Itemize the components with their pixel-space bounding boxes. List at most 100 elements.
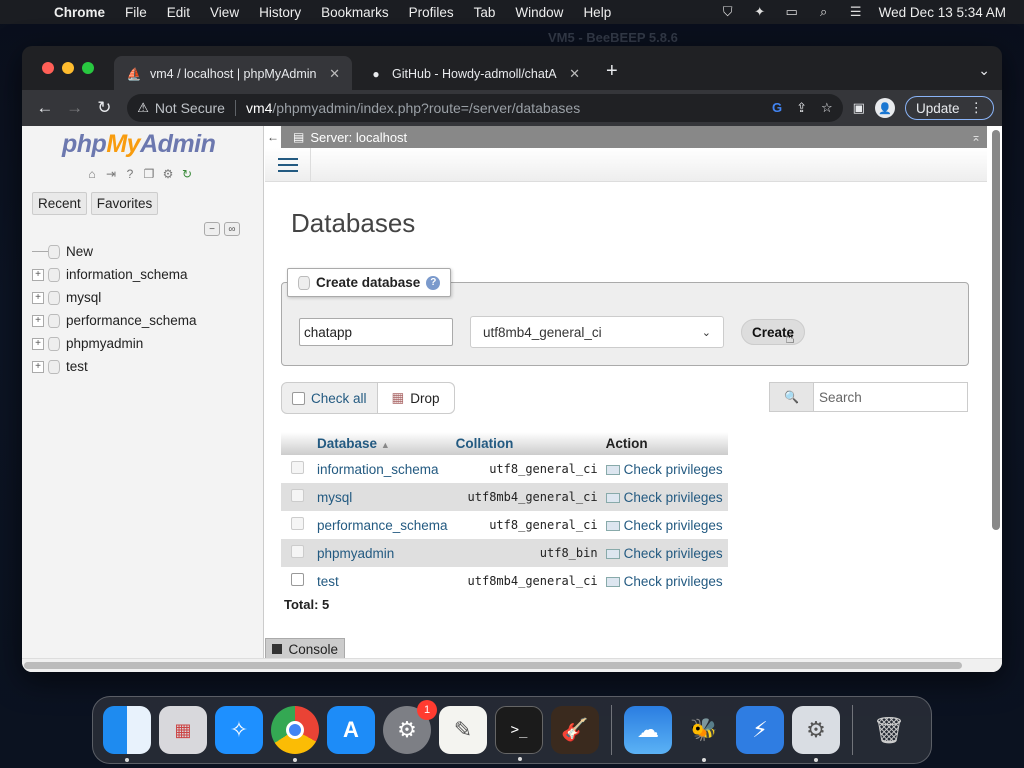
garageband-icon[interactable]: 🎸 (551, 706, 599, 754)
screen-mirroring-icon[interactable]: ▭ (783, 4, 801, 19)
row-checkbox[interactable] (290, 573, 304, 586)
back-icon[interactable]: ← (30, 98, 60, 118)
vpn-shield-icon[interactable]: ⛉ (719, 4, 737, 19)
phpmyadmin-logo[interactable]: phpMyAdmin (62, 130, 216, 159)
header-database[interactable]: Database ▲ (313, 432, 452, 455)
collation-select[interactable]: utf8mb4_general_ci ⌄ (470, 316, 724, 348)
tab-phpmyadmin[interactable]: ⛵ vm4 / localhost | phpMyAdmin ✕ (114, 56, 352, 92)
tab-search-chevron-icon[interactable]: ⌄ (978, 62, 990, 79)
tree-item-label[interactable]: performance_schema (66, 313, 197, 328)
tree-item-label[interactable]: test (66, 359, 88, 374)
tree-item-mysql[interactable]: + mysql (32, 286, 197, 309)
zoom-window-button[interactable] (82, 62, 94, 74)
create-button[interactable]: Create (741, 319, 805, 345)
search-input[interactable]: Search (813, 382, 968, 412)
check-privileges-link[interactable]: Check privileges (601, 539, 728, 567)
settings-app-icon[interactable]: ⚙ (792, 706, 840, 762)
side-panel-icon[interactable]: ▣ (853, 100, 865, 116)
server-label[interactable]: Server: localhost (310, 130, 407, 145)
database-name-link[interactable]: performance_schema (313, 511, 452, 539)
check-privileges-link[interactable]: Check privileges (602, 511, 728, 539)
expand-icon[interactable]: + (32, 291, 44, 304)
console-toggle[interactable]: Console (265, 638, 345, 660)
launchpad-icon[interactable]: ▦ (159, 706, 207, 754)
weather-icon[interactable]: ☁ (624, 706, 672, 754)
horizontal-scroll-thumb[interactable] (24, 662, 962, 669)
check-privileges-link[interactable]: Check privileges (601, 483, 728, 511)
menu-profiles[interactable]: Profiles (399, 5, 464, 20)
check-all-control[interactable]: Check all (282, 383, 377, 413)
app-store-icon[interactable]: A (327, 706, 375, 754)
database-name-link[interactable]: information_schema (313, 455, 452, 483)
terminal-icon[interactable]: >_ (495, 706, 543, 761)
security-label[interactable]: Not Secure (155, 100, 225, 116)
close-window-button[interactable] (42, 62, 54, 74)
textedit-icon[interactable]: ✎ (439, 706, 487, 754)
address-bar[interactable]: ⚠ Not Secure vm4/phpmyadmin/index.php?ro… (127, 94, 843, 122)
warning-icon[interactable]: ⚠ (137, 100, 149, 116)
menu-help[interactable]: Help (573, 5, 621, 20)
database-name-link[interactable]: test (313, 567, 452, 595)
close-tab-icon[interactable]: ✕ (569, 66, 580, 82)
database-name-link[interactable]: phpmyadmin (313, 539, 452, 567)
tab-github[interactable]: ● GitHub - Howdy-admoll/chatA ✕ (356, 56, 592, 92)
safari-icon[interactable]: ✧ (215, 706, 263, 754)
reload-icon[interactable]: ↻ (90, 98, 120, 118)
settings-gear-icon[interactable]: ⚙ (160, 166, 176, 182)
reload-navigation-icon[interactable]: ↻ (179, 166, 195, 182)
menu-view[interactable]: View (200, 5, 249, 20)
new-tab-icon[interactable]: + (606, 60, 618, 83)
bookmark-star-icon[interactable]: ☆ (821, 100, 833, 116)
tree-item-test[interactable]: + test (32, 355, 197, 378)
check-all-checkbox[interactable] (292, 391, 305, 405)
update-button[interactable]: Update ⋮ (904, 96, 994, 120)
tree-item-information-schema[interactable]: + information_schema (32, 263, 197, 286)
menu-bookmarks[interactable]: Bookmarks (311, 5, 399, 20)
vertical-scrollbar[interactable] (992, 130, 1000, 530)
control-center-icon[interactable]: ☰ (847, 4, 865, 19)
beebeep-icon[interactable]: 🐝 (680, 706, 728, 762)
google-icon[interactable]: G (772, 100, 782, 116)
menu-history[interactable]: History (249, 5, 311, 20)
favorites-tab[interactable]: Favorites (90, 192, 159, 215)
hamburger-menu-icon[interactable] (265, 147, 311, 182)
tree-item-phpmyadmin[interactable]: + phpmyadmin (32, 332, 197, 355)
recent-tab[interactable]: Recent (32, 192, 87, 215)
check-privileges-link[interactable]: Check privileges (602, 567, 728, 595)
tree-item-label[interactable]: phpmyadmin (66, 336, 143, 351)
tree-item-new[interactable]: New (32, 240, 197, 263)
finder-icon[interactable] (103, 706, 151, 762)
toggle-navigation-icon[interactable]: ← (265, 126, 281, 148)
docs-help-icon[interactable]: ? (122, 166, 138, 182)
system-preferences-icon[interactable]: ⚙ 1 (383, 700, 437, 754)
drop-button[interactable]: ▦ Drop (376, 383, 454, 413)
sort-asc-icon[interactable]: ▲ (381, 440, 390, 450)
home-icon[interactable]: ⌂ (84, 166, 100, 182)
logout-icon[interactable]: ⇥ (103, 166, 119, 182)
chrome-icon[interactable] (271, 706, 319, 762)
expand-icon[interactable]: + (32, 337, 44, 350)
spotlight-search-icon[interactable]: ⌕ (815, 4, 833, 19)
tree-item-label[interactable]: mysql (66, 290, 101, 305)
documentation-icon[interactable]: ❐ (141, 166, 157, 182)
share-icon[interactable]: ⇪ (796, 100, 807, 116)
check-privileges-link[interactable]: Check privileges (602, 455, 728, 483)
expand-icon[interactable]: + (32, 360, 44, 373)
collapse-top-menu-icon[interactable]: ⌅ (971, 130, 981, 144)
collapse-all-icon[interactable]: − (204, 222, 220, 236)
expand-icon[interactable]: + (32, 268, 44, 281)
menu-tab[interactable]: Tab (464, 5, 506, 20)
menubar-clock[interactable]: Wed Dec 13 5:34 AM (879, 5, 1006, 20)
link-with-main-icon[interactable]: ∞ (224, 222, 240, 236)
tree-item-label[interactable]: information_schema (66, 267, 188, 282)
menu-app-name[interactable]: Chrome (44, 5, 115, 20)
menu-edit[interactable]: Edit (157, 5, 200, 20)
kebab-menu-icon[interactable]: ⋮ (970, 100, 984, 116)
minimize-window-button[interactable] (62, 62, 74, 74)
menu-file[interactable]: File (115, 5, 157, 20)
menu-window[interactable]: Window (505, 5, 573, 20)
url-path[interactable]: /phpmyadmin/index.php?route=/server/data… (272, 100, 580, 116)
forward-icon[interactable]: → (60, 98, 90, 118)
beebeep-status-icon[interactable]: ✦ (751, 4, 769, 19)
profile-avatar-icon[interactable]: 👤 (874, 98, 895, 118)
